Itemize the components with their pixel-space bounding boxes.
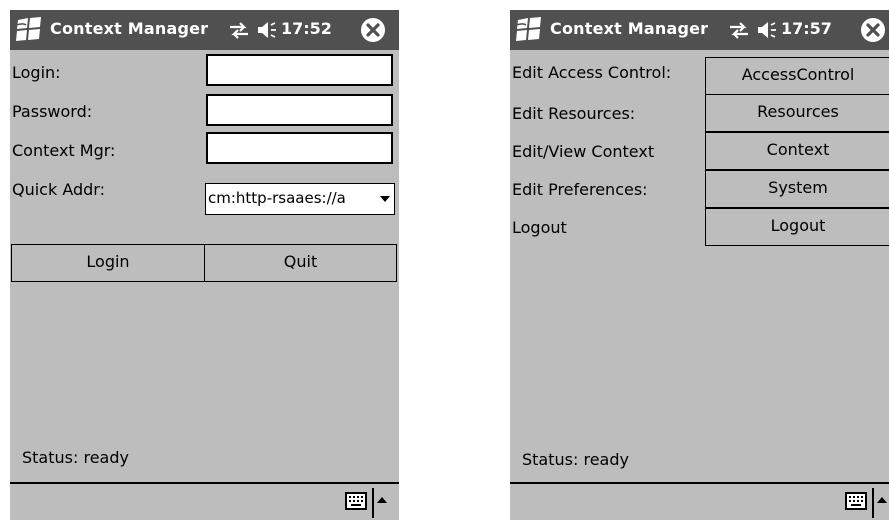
system-button[interactable]: System bbox=[705, 170, 889, 208]
chevron-down-icon[interactable] bbox=[380, 196, 390, 202]
sip-divider bbox=[872, 488, 874, 518]
quick-addr-label: Quick Addr: bbox=[12, 180, 105, 199]
title-bar: Context Manager 17:57 bbox=[510, 10, 889, 50]
speaker-icon[interactable] bbox=[757, 21, 777, 39]
connectivity-arrows-icon[interactable] bbox=[728, 21, 750, 39]
logout-button[interactable]: Logout bbox=[705, 208, 889, 246]
menu-label-resources: Edit Resources: bbox=[512, 104, 636, 123]
app-title: Context Manager bbox=[50, 19, 209, 38]
quick-addr-select[interactable]: cm:http-rsaaes://a bbox=[205, 183, 395, 215]
login-label: Login: bbox=[12, 63, 61, 82]
chevron-up-icon[interactable] bbox=[377, 497, 387, 503]
close-button[interactable] bbox=[361, 18, 385, 42]
clock[interactable]: 17:57 bbox=[781, 19, 832, 38]
windows-flag-icon[interactable] bbox=[514, 16, 544, 42]
quit-button[interactable]: Quit bbox=[204, 244, 397, 282]
app-title: Context Manager bbox=[550, 19, 709, 38]
taskbar bbox=[510, 482, 889, 520]
menu-label-access-control: Edit Access Control: bbox=[512, 63, 672, 82]
sip-divider bbox=[372, 488, 374, 518]
menu-label-preferences: Edit Preferences: bbox=[512, 180, 648, 199]
close-icon bbox=[366, 23, 380, 37]
title-bar: Context Manager 17:52 bbox=[10, 10, 399, 50]
keyboard-icon[interactable] bbox=[845, 492, 867, 510]
chevron-up-icon[interactable] bbox=[877, 497, 887, 503]
menu-label-context: Edit/View Context bbox=[512, 142, 655, 161]
clock[interactable]: 17:52 bbox=[281, 19, 332, 38]
menu-label-logout: Logout bbox=[512, 218, 567, 237]
password-label: Password: bbox=[12, 102, 93, 121]
quick-addr-value: cm:http-rsaaes://a bbox=[208, 189, 346, 207]
close-button[interactable] bbox=[861, 18, 885, 42]
menu-screen: Context Manager 17:57 Edit Access Contro… bbox=[510, 10, 889, 520]
windows-flag-icon[interactable] bbox=[14, 16, 44, 42]
access-control-button[interactable]: AccessControl bbox=[705, 57, 889, 95]
context-mgr-input[interactable] bbox=[206, 132, 393, 164]
taskbar bbox=[10, 482, 399, 520]
connectivity-arrows-icon[interactable] bbox=[228, 21, 250, 39]
login-screen: Context Manager 17:52 Login: Password: C… bbox=[10, 10, 399, 520]
keyboard-icon[interactable] bbox=[345, 492, 367, 510]
password-input[interactable] bbox=[206, 94, 393, 126]
speaker-icon[interactable] bbox=[257, 21, 277, 39]
resources-button[interactable]: Resources bbox=[705, 94, 889, 132]
login-input[interactable] bbox=[206, 54, 393, 86]
close-icon bbox=[866, 23, 880, 37]
login-button[interactable]: Login bbox=[11, 244, 205, 282]
context-mgr-label: Context Mgr: bbox=[12, 141, 116, 160]
status-text: Status: ready bbox=[22, 448, 129, 467]
context-button[interactable]: Context bbox=[705, 132, 889, 170]
status-text: Status: ready bbox=[522, 450, 629, 469]
